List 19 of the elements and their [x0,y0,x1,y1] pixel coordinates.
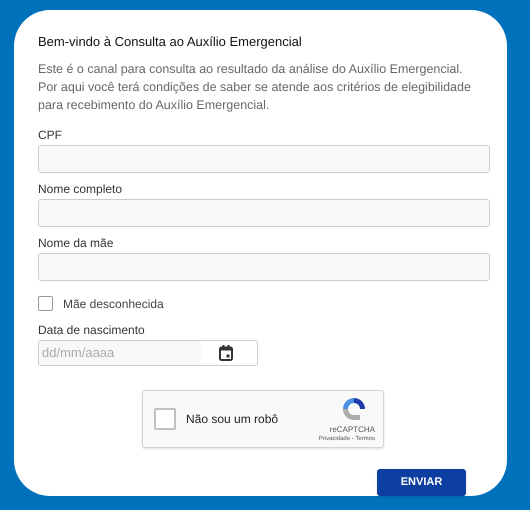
field-label: CPF [38,128,62,142]
text-field[interactable] [38,252,490,280]
captcha-brand: reCAPTCHA [330,424,375,435]
captcha-label: Não sou um robô [186,411,278,428]
field-label: Nome da mãe [38,236,114,250]
date-field[interactable]: dd/mm/aaaa [38,340,258,366]
calendar-icon[interactable] [219,344,233,361]
submit-button[interactable]: ENVIAR [377,469,466,496]
form-title: Bem-vindo à Consulta ao Auxílio Emergencial [38,33,302,51]
checkbox-label: Mãe desconhecida [63,296,164,312]
text-field[interactable] [38,198,490,226]
text-field[interactable] [38,144,490,172]
recaptcha-logo-icon [341,396,367,422]
intro-text: Por aqui você terá condições de saber se atende aos critérios de elegibilidade para recebimento do Auxílio Emergencial. [38,78,472,114]
captcha-checkbox[interactable] [154,408,176,430]
field-label: Data de nascimento [38,322,145,338]
checkbox[interactable] [38,296,53,311]
field-label: Nome completo [38,182,122,196]
intro-text: Este é o canal para consulta ao resultado da análise do Auxílio Emergencial. [38,60,464,78]
